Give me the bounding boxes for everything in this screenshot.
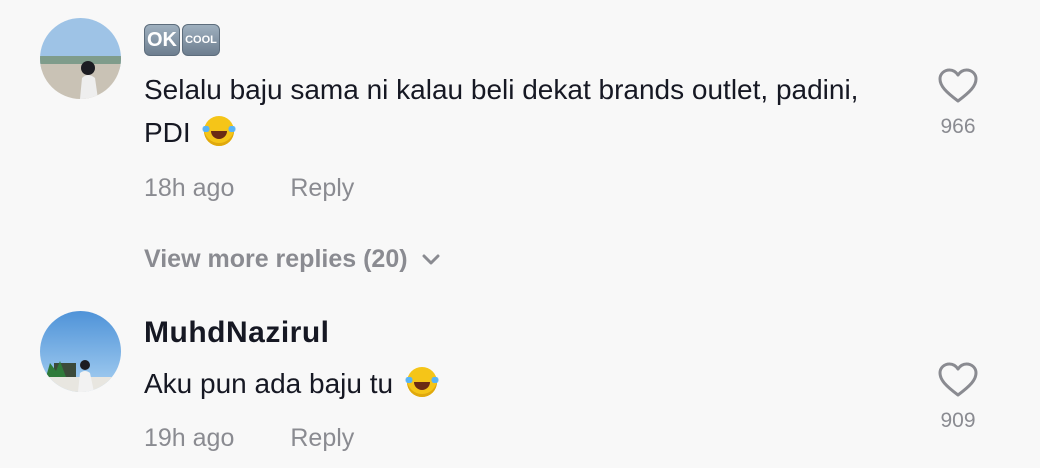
like-button[interactable]: 966 (930, 68, 986, 139)
like-count: 909 (940, 409, 976, 432)
comment-text: Aku pun ada baju tu (144, 362, 884, 405)
avatar-image-sky-icon (40, 311, 121, 392)
face-with-tears-of-joy-icon (201, 116, 238, 146)
username[interactable]: MuhdNazirul (144, 316, 330, 350)
comment-meta: 19h ago Reply (144, 424, 354, 453)
reply-button[interactable]: Reply (290, 424, 354, 453)
chevron-down-icon (422, 254, 440, 264)
comment-text-content: Aku pun ada baju tu (144, 368, 394, 399)
user-badges: OK COOL (144, 24, 220, 56)
comment-timestamp: 18h ago (144, 174, 235, 202)
heart-icon (938, 68, 978, 103)
comment-meta: 18h ago Reply (144, 174, 354, 203)
comment-text: Selalu baju sama ni kalau beli dekat bra… (144, 68, 884, 154)
like-button[interactable]: 909 (930, 362, 986, 433)
ok-badge: OK (144, 24, 180, 56)
view-more-replies-button[interactable]: View more replies (20) (144, 245, 440, 274)
like-count: 966 (940, 115, 976, 138)
comment-text-content: Selalu baju sama ni kalau beli dekat bra… (144, 74, 859, 148)
comment-timestamp: 19h ago (144, 424, 235, 452)
avatar-image-beach-icon (40, 18, 121, 99)
avatar[interactable] (40, 18, 121, 99)
cool-badge: COOL (182, 24, 220, 56)
face-with-tears-of-joy-icon (403, 367, 440, 397)
avatar[interactable] (40, 311, 121, 392)
view-more-replies-label: View more replies (20) (144, 245, 408, 273)
heart-icon (938, 362, 978, 397)
reply-button[interactable]: Reply (290, 174, 354, 203)
